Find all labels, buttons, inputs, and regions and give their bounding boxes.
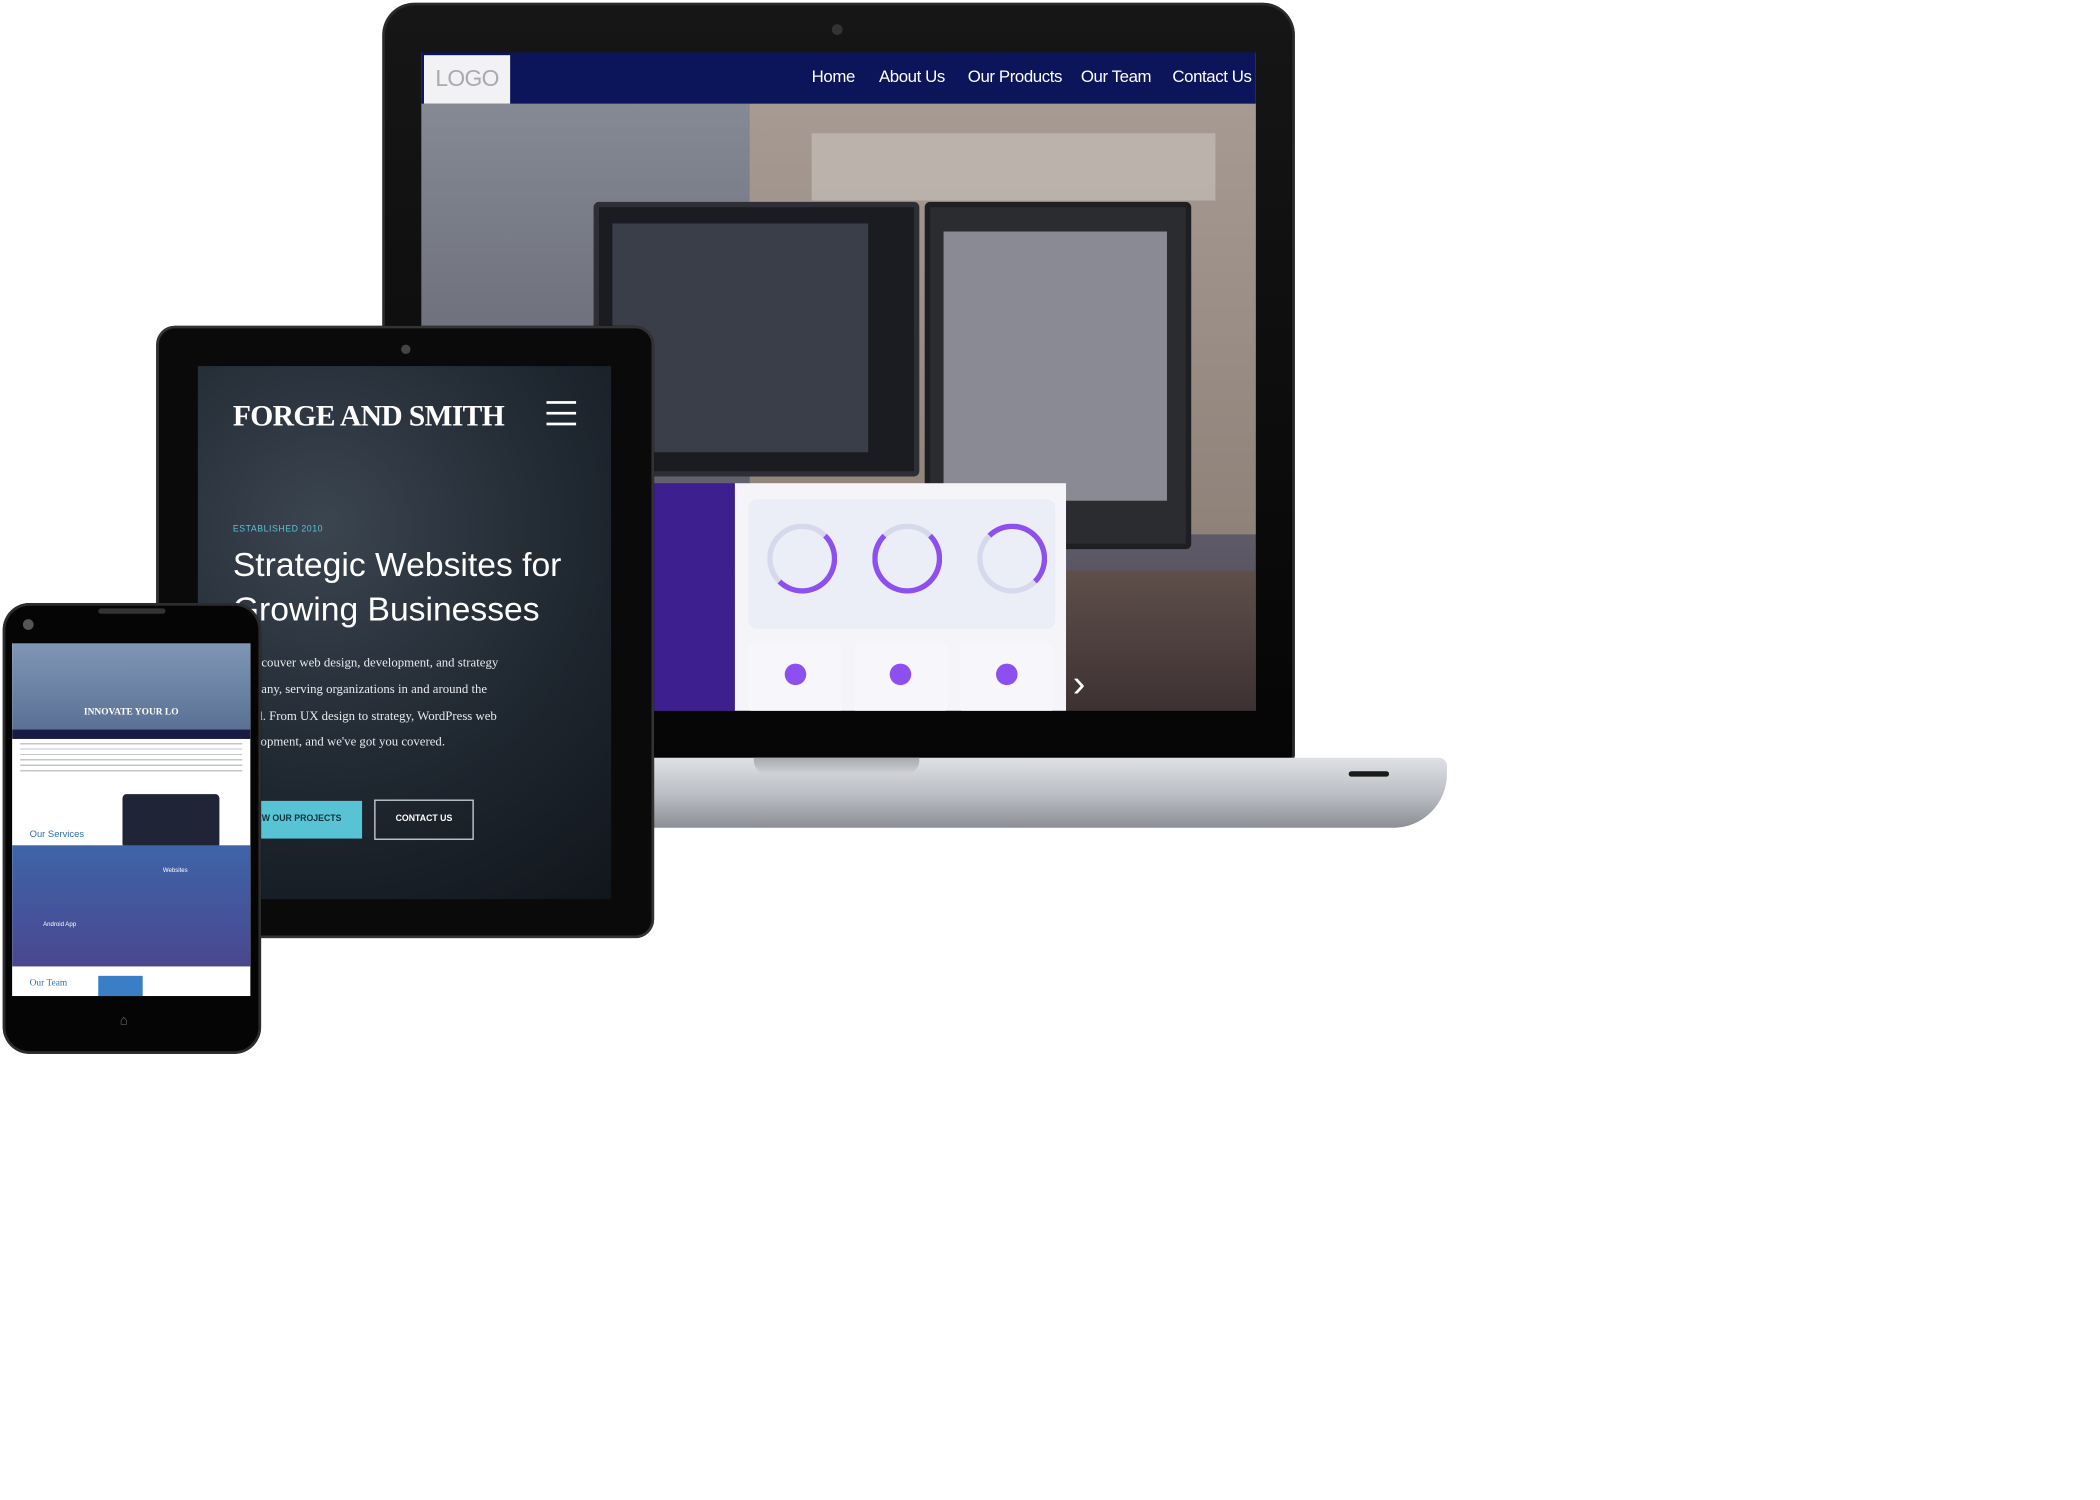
site-nav-bar: LOGO Home About Us Our Products Our Team… [421, 52, 1256, 104]
phone-nav-band [12, 729, 251, 739]
laptop-base [632, 757, 1447, 828]
hero-headline: Strategic Websites for Growing Businesse… [232, 546, 562, 629]
dashboard-mini-card [959, 643, 1054, 711]
hero-monitor-right-screen [943, 231, 1167, 501]
hamburger-icon[interactable] [546, 401, 577, 426]
nav-item-about-us[interactable]: About Us [879, 67, 945, 86]
progress-ring [767, 523, 838, 594]
nav-item-our-team[interactable]: Our Team [1081, 67, 1152, 86]
laptop-indicator-light [1348, 771, 1390, 777]
laptop-opening-notch [753, 757, 920, 774]
site-logo[interactable]: LOGO [423, 55, 511, 104]
contact-us-button[interactable]: CONTACT US [374, 799, 474, 840]
dashboard-card [734, 483, 1067, 711]
phone-services-heading: Our Services [29, 830, 85, 840]
phone-speaker [98, 608, 166, 614]
dashboard-sidebar [647, 483, 735, 711]
dashboard-mini-card [853, 643, 948, 711]
phone-camera [22, 619, 34, 630]
progress-ring [872, 523, 943, 594]
phone-android-label: Android App [43, 920, 77, 928]
hero-window-pane [811, 133, 1216, 201]
phone-websites-label: Websites [162, 866, 188, 874]
established-label: ESTABLISHED 2010 [232, 524, 324, 535]
nav-item-our-products[interactable]: Our Products [968, 67, 1063, 86]
progress-ring [977, 523, 1048, 594]
dashboard-mini-card [748, 643, 843, 711]
status-dot [889, 663, 912, 686]
nav-item-contact-us[interactable]: Contact Us [1172, 67, 1252, 86]
chevron-right-icon[interactable]: › [1073, 664, 1086, 703]
nav-item-home[interactable]: Home [812, 67, 856, 86]
phone-body-text [20, 742, 243, 776]
dashboard-stats-panel [748, 499, 1056, 629]
status-dot [784, 663, 807, 686]
phone-services-section [12, 845, 251, 967]
brand-logo[interactable]: FORGE AND SMITH [233, 398, 505, 433]
laptop-camera [831, 24, 843, 35]
phone-screen: INNOVATE YOUR LO Our Services Websites A… [12, 643, 251, 997]
home-icon[interactable]: ⌂ [120, 1014, 128, 1028]
avatar [98, 975, 143, 997]
device-mockup-scene: › LOGO Home About Us Our Products Our Te… [0, 0, 2100, 1499]
tablet-camera [401, 344, 411, 354]
phone-team-heading: Our Team [29, 977, 68, 988]
phone-hero-title: INNOVATE YOUR LO [83, 706, 179, 718]
status-dot [996, 663, 1018, 686]
hero-description: a Vancouver web design, development, and… [232, 656, 499, 751]
phone-devices-image [122, 794, 220, 848]
